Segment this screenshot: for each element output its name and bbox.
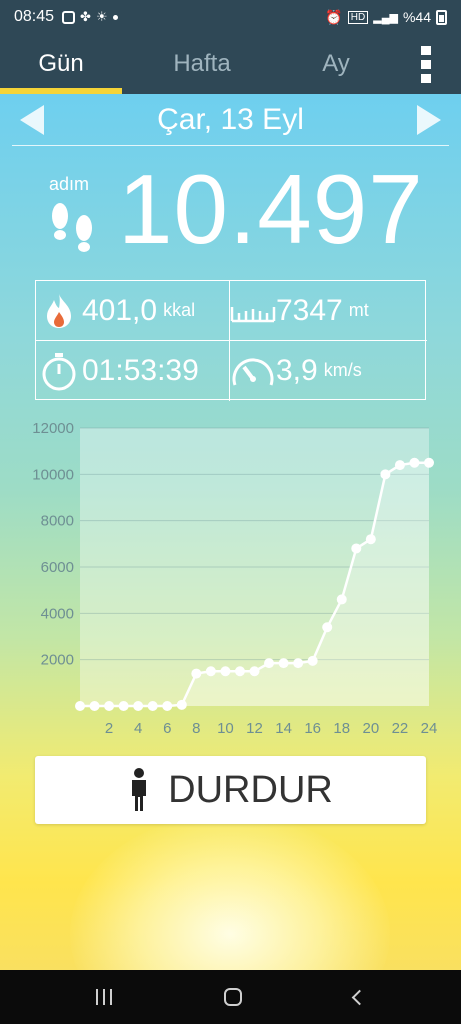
sun-icon: ☀ [95,9,108,24]
chart-data-point [133,701,144,711]
chart-data-point [220,666,231,677]
fan-icon: ✤ [80,9,91,24]
x-tick-label: 4 [134,720,142,737]
steps-label: adım [49,174,90,194]
notification-dot-icon [112,14,118,20]
status-time: 08:45 [14,8,55,25]
chart-data-point [409,457,420,468]
stop-button-label: DURDUR [168,768,333,811]
x-tick-label: 8 [192,720,200,737]
status-right-icons: ⏰ HD ▂▄▆ %44 [325,9,447,26]
steps-chart: 200040006000800010000120002 4 6 8 10 12 14 16 18… [32,420,438,737]
chart-data-point [424,457,434,468]
chart-data-point [75,701,85,711]
y-tick-label: 10000 [32,466,74,483]
x-tick-label: 14 [275,720,292,737]
tab-bar: Gün Hafta Ay [0,34,461,94]
x-tick-label: 10 [217,720,234,737]
speed-value: 3,9 [276,353,318,387]
back-icon[interactable] [351,989,368,1005]
distance-unit: mt [348,300,369,320]
speed-unit: km/s [323,360,362,380]
y-tick-label: 4000 [41,605,74,622]
chart-data-point [380,469,391,480]
chart-data-point [205,666,216,677]
date-navigator: Çar, 13 Eyl [12,94,449,146]
stats-grid: 401,0 kkal 7347 mt 01:53:39 3,9 km/s [35,280,427,401]
battery-icon [436,9,447,25]
distance-stat: 7347 mt [230,281,423,340]
chart-data-point [234,666,245,677]
x-tick-label: 16 [304,720,321,737]
x-tick-label: 24 [421,720,438,737]
duration-stat: 01:53:39 [36,341,229,400]
system-navigation-bar [0,970,461,1024]
distance-value: 7347 [276,293,343,327]
chart-data-point [365,534,376,545]
previous-day-arrow-icon[interactable] [12,94,52,146]
x-tick-label: 6 [163,720,171,737]
x-tick-label: 12 [246,720,263,737]
speed-stat: 3,9 km/s [230,341,423,400]
flame-icon [36,292,82,330]
main-content: Çar, 13 Eyl adım 10.497 401,0 kkal 7347 … [0,94,461,970]
chart-data-point [191,668,202,679]
status-bar: 08:45 ✤ ☀ ⏰ HD ▂▄▆ %44 [0,0,461,34]
chart-data-point [336,594,347,605]
instagram-icon [62,10,76,24]
x-tick-label: 2 [105,720,113,737]
chart-data-point [162,701,173,711]
chart-data-point [147,701,158,711]
tab-day[interactable]: Gün [0,34,122,94]
step-count: 10.497 [118,154,424,264]
chart-data-point [176,699,187,710]
chart-data-point [264,658,275,669]
signal-icon: ▂▄▆ [373,11,398,24]
duration-value: 01:53:39 [82,353,199,387]
overflow-menu-icon[interactable] [390,34,461,94]
recent-apps-icon[interactable] [96,989,112,1005]
chart-data-point [307,655,318,666]
calories-stat: 401,0 kkal [36,281,229,340]
speedometer-icon [230,353,276,389]
calories-value: 401,0 [82,293,158,327]
battery-text: %44 [402,9,431,25]
home-icon[interactable] [224,988,242,1006]
chart-data-point [104,701,115,711]
chart-data-point [394,460,405,471]
next-day-arrow-icon[interactable] [409,94,449,146]
y-tick-label: 2000 [41,652,74,669]
y-tick-label: 12000 [32,420,74,437]
person-icon [132,768,147,811]
chart-data-point [249,666,260,677]
x-tick-label: 18 [333,720,350,737]
current-date: Çar, 13 Eyl [157,102,304,136]
x-tick-label: 22 [392,720,409,737]
y-tick-label: 8000 [41,513,74,530]
background-glow [70,814,390,970]
chart-data-point [293,658,304,669]
y-tick-label: 6000 [41,559,74,576]
x-tick-label: 20 [362,720,379,737]
chart-data-point [89,701,100,711]
footprints-icon [44,198,100,267]
stopwatch-icon [36,351,82,391]
ruler-icon [230,299,276,323]
tab-month[interactable]: Ay [282,34,390,94]
calories-unit: kkal [163,300,196,320]
chart-data-point [118,701,129,711]
chart-data-point [322,622,333,633]
alarm-icon: ⏰ [325,8,343,25]
chart-data-point [351,543,362,554]
volte-icon: HD [347,10,369,24]
status-left-icons: ✤ ☀ [62,9,118,25]
chart-data-point [278,658,289,669]
tab-week[interactable]: Hafta [122,34,282,94]
stop-button[interactable]: DURDUR [35,756,426,824]
